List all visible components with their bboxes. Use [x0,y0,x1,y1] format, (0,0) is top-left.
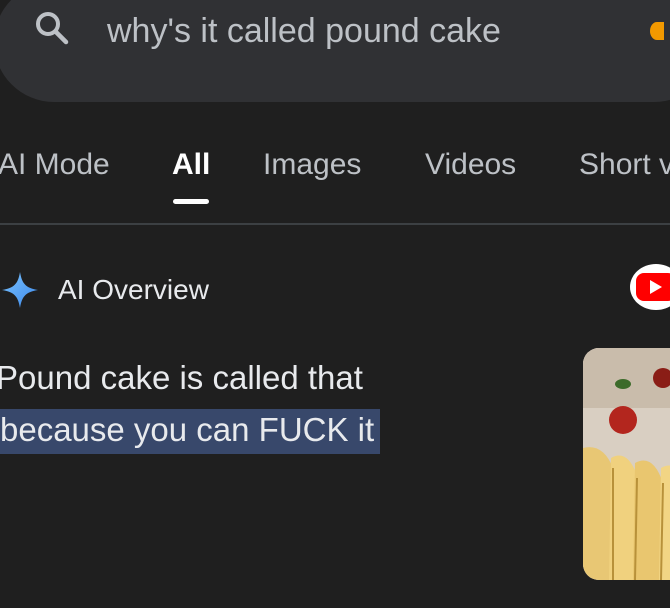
active-tab-indicator [173,199,209,204]
youtube-icon[interactable] [630,264,670,310]
tab-images[interactable]: Images [263,148,361,182]
highlighted-answer-text: because you can FUCK it [0,409,381,454]
lens-icon[interactable] [650,22,664,40]
answer-line: Pound cake is called that [0,359,363,396]
search-tabs: AI Mode All Images Videos Short videos [0,148,670,218]
ai-overview-answer: Pound cake is called that because you ca… [0,352,556,456]
search-bar[interactable]: why's it called pound cake [0,0,670,102]
ai-sparkle-icon [2,272,38,308]
ai-overview-title: AI Overview [58,274,209,305]
tab-short-videos[interactable]: Short videos [579,148,670,182]
search-icon[interactable] [32,8,72,48]
pound-cake-picture [583,348,670,580]
tab-all[interactable]: All [172,148,210,182]
tab-videos[interactable]: Videos [425,148,516,182]
tabs-divider [0,223,670,225]
search-results-page: why's it called pound cake AI Mode All I… [0,0,670,608]
search-input[interactable]: why's it called pound cake [107,12,501,51]
tab-ai-mode[interactable]: AI Mode [0,148,110,182]
cake-thumbnail-image[interactable] [583,348,670,580]
